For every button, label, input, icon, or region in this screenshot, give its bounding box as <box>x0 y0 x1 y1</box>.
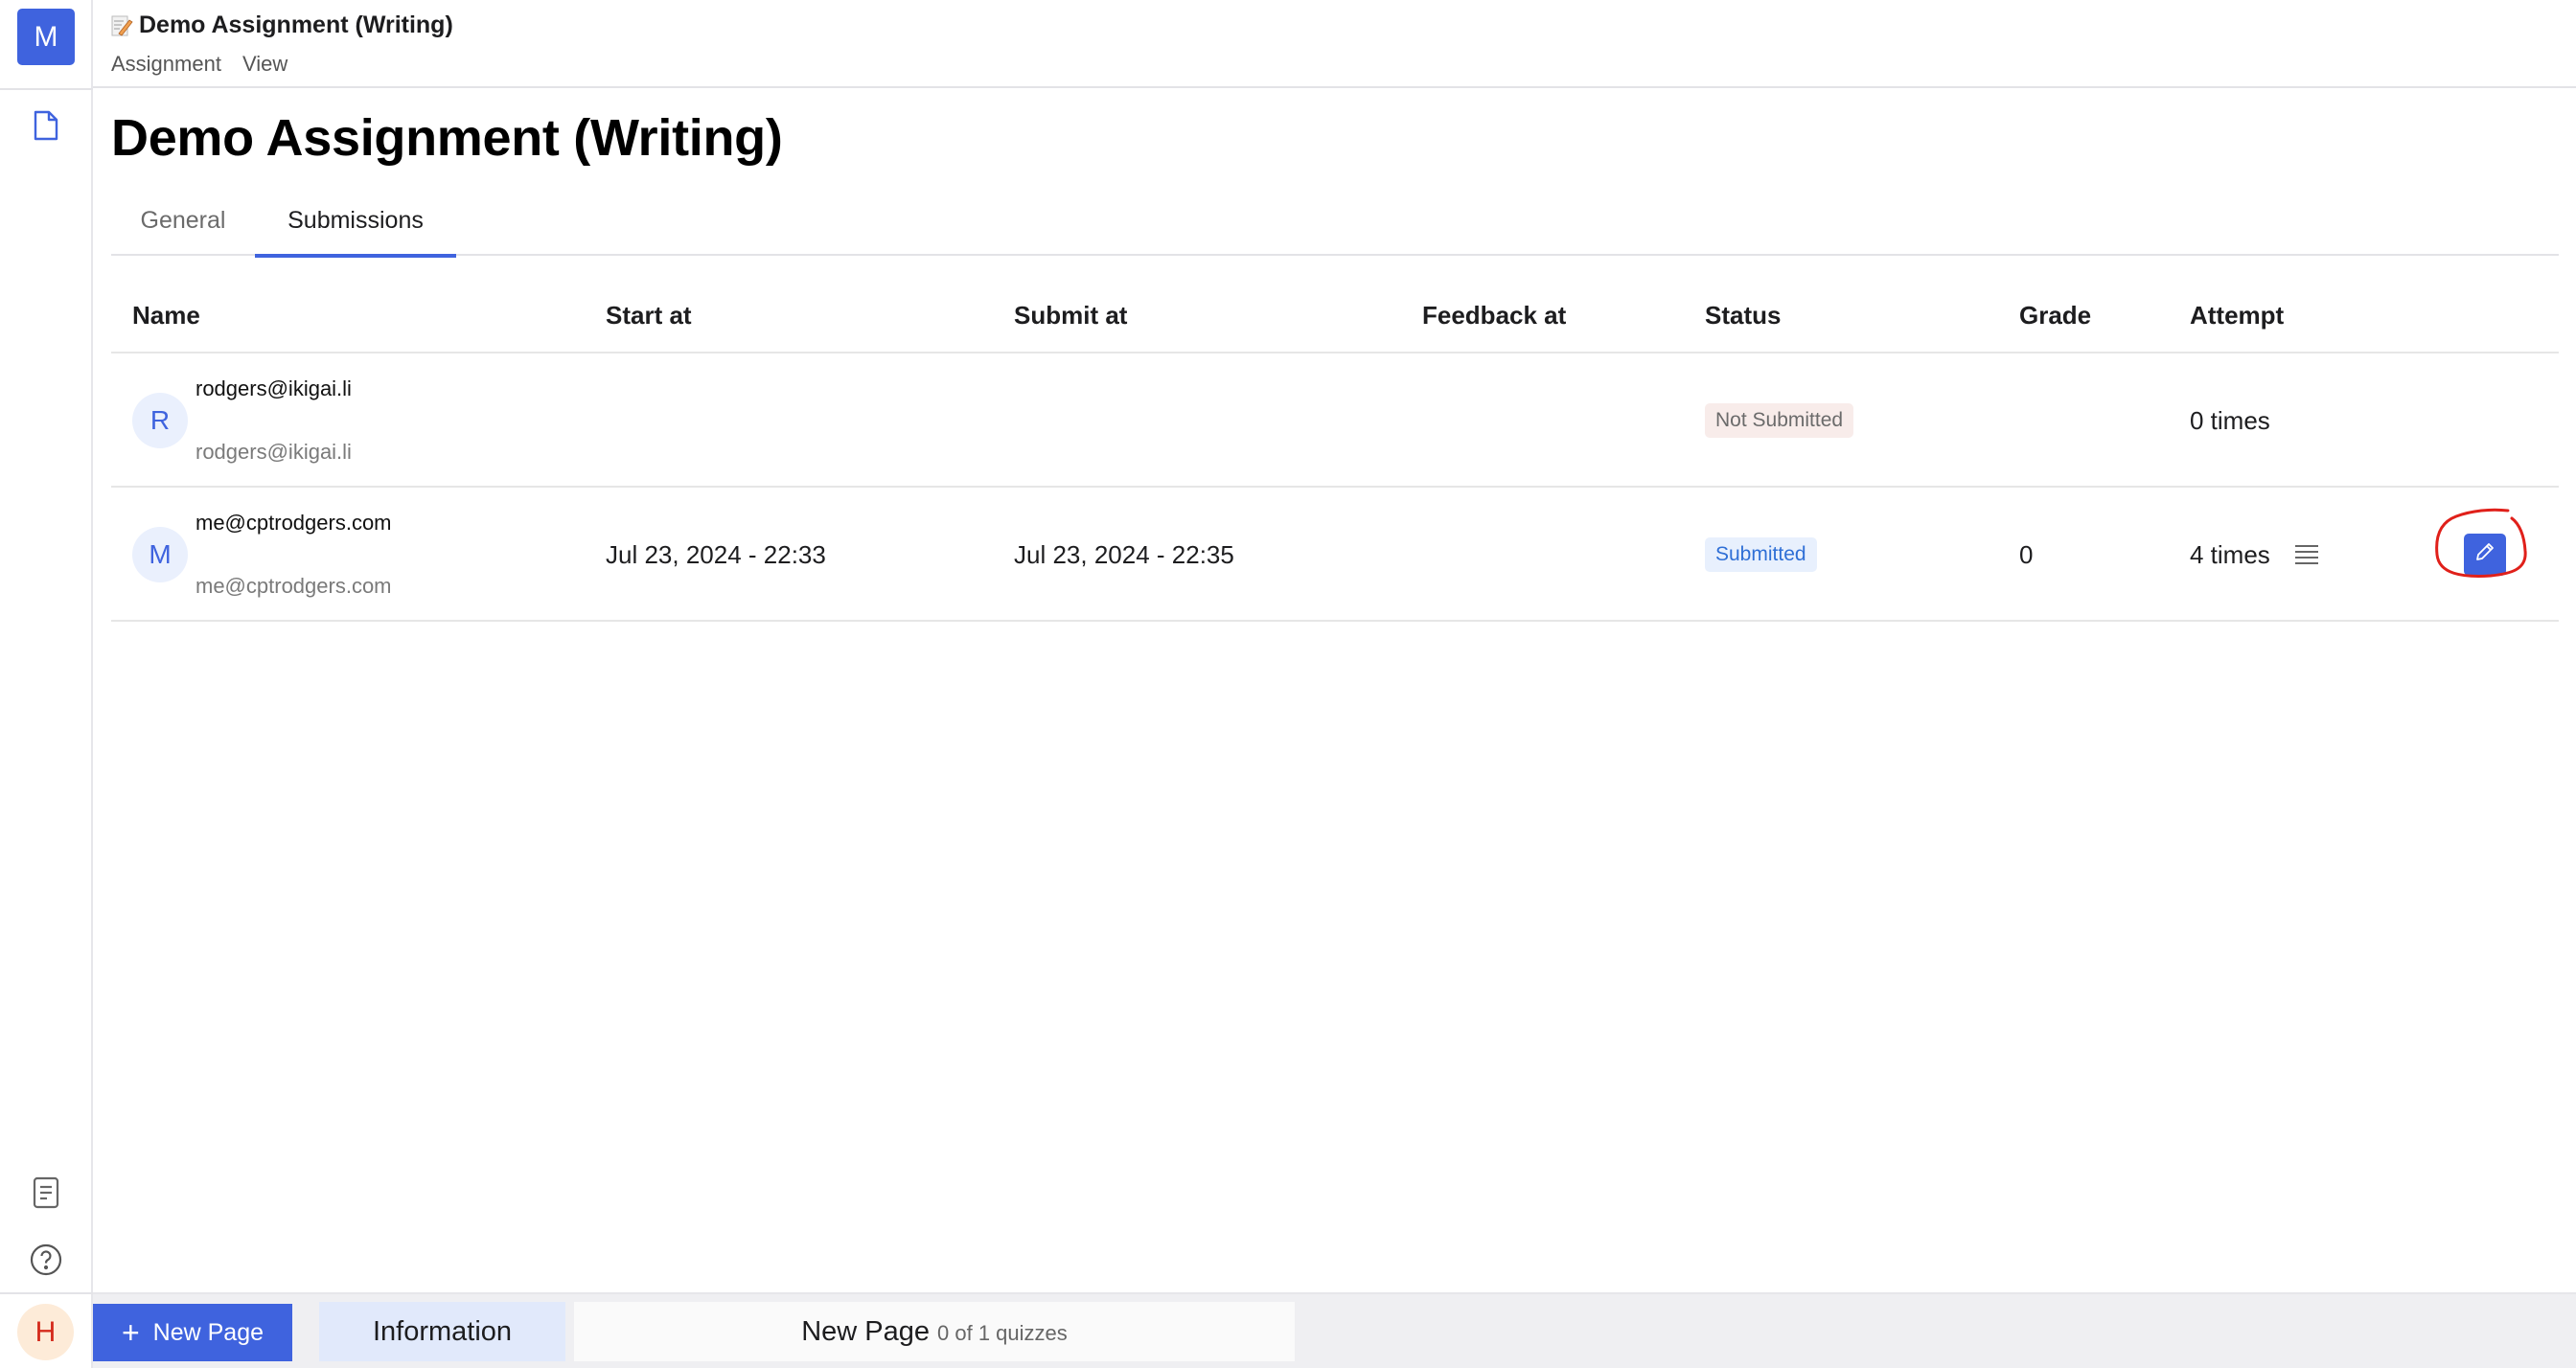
column-header-feedback-at: Feedback at <box>1422 300 1567 330</box>
start-at-cell: Jul 23, 2024 - 22:33 <box>606 539 826 569</box>
page-footer-bar: + New Page Information New Page 0 of 1 q… <box>93 1292 2576 1368</box>
submissions-table: Name Start at Submit at Feedback at Stat… <box>111 277 2559 622</box>
column-header-start-at: Start at <box>606 300 692 330</box>
column-header-submit-at: Submit at <box>1014 300 1128 330</box>
main-content: Demo Assignment (Writing) General Submis… <box>93 90 2576 1292</box>
header-menu: Assignment View <box>111 52 288 77</box>
footer-tab-new-page[interactable]: New Page 0 of 1 quizzes <box>574 1302 1295 1361</box>
name-block: rodgers@ikigai.li rodgers@ikigai.li <box>196 353 483 488</box>
help-icon[interactable] <box>29 1243 63 1277</box>
submit-at-cell: Jul 23, 2024 - 22:35 <box>1014 539 1234 569</box>
attempt-cell: 0 times <box>2190 353 2270 488</box>
name-cell: M me@cptrodgers.com me@cptrodgers.com <box>132 488 483 622</box>
new-page-button[interactable]: + New Page <box>93 1304 292 1361</box>
status-cell: Not Submitted <box>1705 353 1854 488</box>
tab-bar: General Submissions <box>111 186 2559 258</box>
name-block: me@cptrodgers.com me@cptrodgers.com <box>196 488 483 622</box>
sidebar-bottom-divider <box>0 1292 93 1294</box>
attempt-cell: 4 times <box>2190 488 2320 622</box>
app-logo-letter: M <box>34 20 58 53</box>
column-header-attempt: Attempt <box>2190 300 2285 330</box>
header-title-text: Demo Assignment (Writing) <box>139 11 453 38</box>
page-tab-name: New Page <box>801 1315 931 1347</box>
tab-general[interactable]: General <box>111 186 255 256</box>
grade-cell: 0 <box>2019 539 2034 569</box>
attempts-list-icon[interactable] <box>2293 541 2320 568</box>
student-name: me@cptrodgers.com <box>196 511 392 535</box>
memo-icon <box>110 14 133 37</box>
sidebar: M H <box>0 0 93 1368</box>
column-header-status: Status <box>1705 300 1782 330</box>
status-badge: Not Submitted <box>1705 403 1854 438</box>
avatar: M <box>132 527 188 582</box>
student-email: me@cptrodgers.com <box>196 574 392 598</box>
edit-grade-button[interactable] <box>2435 508 2527 578</box>
status-cell: Submitted <box>1705 488 1817 622</box>
pencil-icon <box>2473 540 2496 570</box>
sidebar-divider <box>0 88 93 90</box>
attempt-count: 0 times <box>2190 405 2270 435</box>
table-row[interactable]: R rodgers@ikigai.li rodgers@ikigai.li No… <box>111 353 2559 488</box>
page-tab-quiz-count: 0 of 1 quizzes <box>937 1321 1068 1345</box>
student-name: rodgers@ikigai.li <box>196 376 352 400</box>
menu-view[interactable]: View <box>242 52 288 77</box>
table-row[interactable]: M me@cptrodgers.com me@cptrodgers.com Ju… <box>111 488 2559 622</box>
student-email: rodgers@ikigai.li <box>196 440 352 464</box>
status-badge: Submitted <box>1705 537 1817 572</box>
menu-assignment[interactable]: Assignment <box>111 52 221 77</box>
attempt-count: 4 times <box>2190 539 2270 569</box>
app-logo[interactable]: M <box>17 9 75 65</box>
column-header-name: Name <box>132 300 200 330</box>
document-icon[interactable] <box>29 108 63 143</box>
notes-icon[interactable] <box>29 1175 63 1210</box>
plus-icon: + <box>121 1315 140 1350</box>
page-title: Demo Assignment (Writing) <box>111 109 783 167</box>
header-title: Demo Assignment (Writing) <box>110 11 453 39</box>
column-header-grade: Grade <box>2019 300 2092 330</box>
user-avatar-initial: H <box>34 1315 57 1348</box>
avatar: R <box>132 393 188 448</box>
tab-submissions[interactable]: Submissions <box>255 186 456 258</box>
top-header: Demo Assignment (Writing) Assignment Vie… <box>93 0 2576 88</box>
name-cell: R rodgers@ikigai.li rodgers@ikigai.li <box>132 353 483 488</box>
footer-tab-information[interactable]: Information <box>319 1302 565 1361</box>
new-page-label: New Page <box>152 1318 264 1346</box>
actions-cell <box>2427 488 2542 622</box>
user-avatar[interactable]: H <box>17 1304 74 1360</box>
table-header: Name Start at Submit at Feedback at Stat… <box>111 277 2559 353</box>
